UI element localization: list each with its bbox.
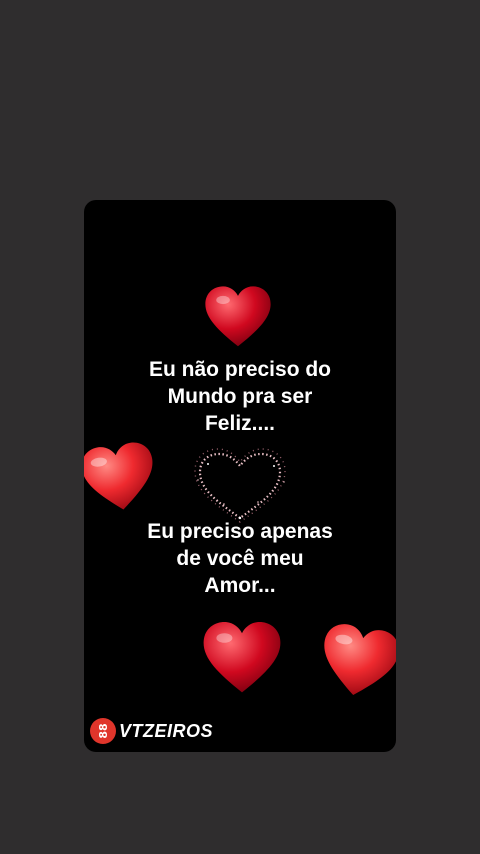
message-top: Eu não preciso do Mundo pra ser Feliz...… (84, 356, 396, 437)
watermark-logo-icon: 88 (90, 718, 116, 744)
watermark-text: VTZEIROS (119, 720, 214, 741)
message-bottom: Eu preciso apenas de você meu Amor... (84, 518, 396, 599)
heart-icon (202, 622, 282, 694)
message-line: Eu preciso apenas (147, 520, 333, 543)
message-line: Amor... (204, 574, 276, 597)
sparkle-heart-icon (188, 446, 292, 524)
heart-icon (314, 618, 396, 706)
message-line: Mundo pra ser (167, 385, 313, 408)
watermark: 88 VTZEIROS (90, 718, 213, 744)
video-card[interactable]: Eu não preciso do Mundo pra ser Feliz...… (84, 200, 396, 752)
screen: Eu não preciso do Mundo pra ser Feliz...… (0, 0, 480, 854)
heart-icon (84, 437, 161, 519)
message-line: de você meu (176, 547, 304, 570)
message-line: Eu não preciso do (148, 358, 332, 381)
heart-icon (204, 286, 272, 348)
message-line: Feliz.... (204, 412, 275, 435)
